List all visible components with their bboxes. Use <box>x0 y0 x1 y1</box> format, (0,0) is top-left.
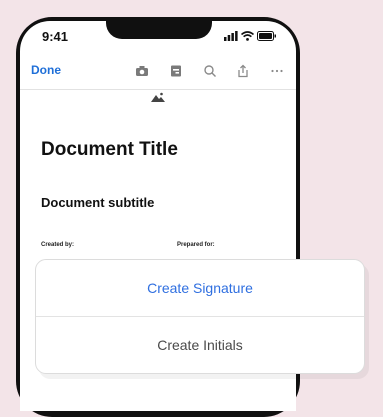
phone-notch <box>106 17 212 39</box>
prepared-for-label: Prepared for: <box>177 242 215 248</box>
signature-icon[interactable] <box>169 64 183 78</box>
search-icon[interactable] <box>203 64 217 78</box>
signal-icon <box>224 31 238 41</box>
done-button[interactable]: Done <box>31 63 61 77</box>
create-initials-button[interactable]: Create Initials <box>36 317 364 373</box>
more-icon[interactable] <box>270 64 284 78</box>
image-icon <box>151 92 165 102</box>
camera-icon[interactable] <box>135 64 149 78</box>
document-title: Document Title <box>41 139 178 160</box>
share-icon[interactable] <box>236 64 250 78</box>
wifi-icon <box>241 31 254 41</box>
document-subtitle: Document subtitle <box>41 195 155 210</box>
status-time: 9:41 <box>42 29 69 44</box>
battery-icon <box>257 31 276 41</box>
action-sheet: Create Signature Create Initials <box>35 259 365 374</box>
create-signature-button[interactable]: Create Signature <box>36 260 364 316</box>
toolbar-divider <box>20 89 296 90</box>
created-by-label: Created by: <box>41 242 75 248</box>
status-icons <box>224 30 277 42</box>
